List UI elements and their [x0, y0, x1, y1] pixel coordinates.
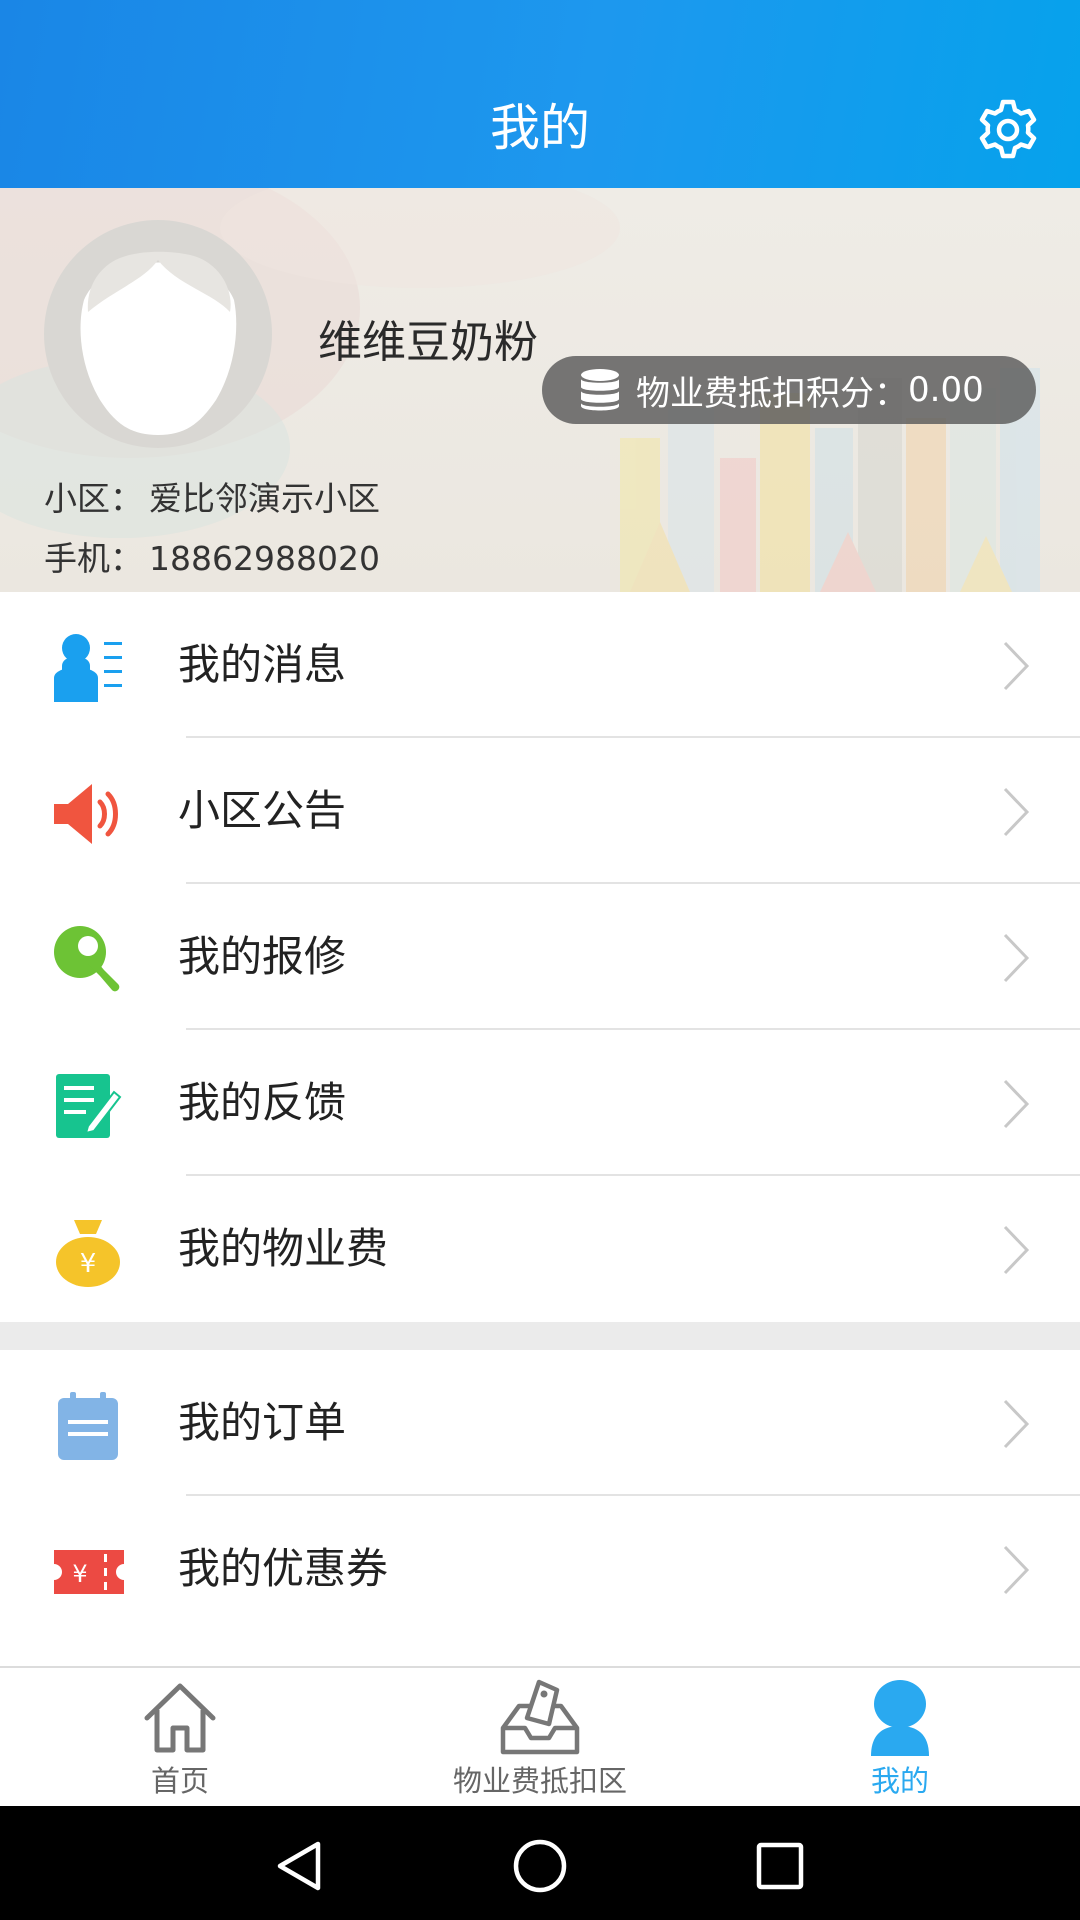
menu-item-label: 我的订单	[178, 1398, 347, 1447]
phone-label: 手机：	[44, 539, 143, 578]
tab-label: 我的	[870, 1764, 929, 1798]
money-bag-icon: ¥	[56, 1220, 120, 1287]
community-label: 小区：	[44, 479, 143, 518]
menu-item-orders[interactable]: 我的订单	[0, 1350, 1080, 1496]
home-icon	[144, 1683, 216, 1753]
menu-item-label: 我的优惠券	[178, 1544, 389, 1593]
tab-mine[interactable]: 我的	[810, 1668, 990, 1808]
app-root: 我的 维维豆奶粉 物业费抵扣积分： 0.00 小区： 爱比邻演示小区 手机： 1…	[0, 0, 1080, 1920]
database-icon	[581, 369, 619, 411]
tab-home[interactable]: 首页	[90, 1668, 270, 1808]
menu-item-messages[interactable]: 我的消息	[0, 592, 1080, 738]
speaker-icon	[54, 784, 118, 844]
svg-text:¥: ¥	[72, 1560, 87, 1588]
chevron-right-icon	[1003, 1399, 1030, 1449]
community-value: 爱比邻演示小区	[149, 479, 380, 518]
chevron-right-icon	[1003, 1545, 1030, 1595]
default-avatar-icon	[80, 251, 237, 435]
svg-text:¥: ¥	[80, 1249, 97, 1279]
menu-item-label: 我的反馈	[178, 1078, 347, 1127]
wrench-icon	[54, 926, 120, 992]
avatar[interactable]	[44, 220, 272, 448]
system-navigation-bar	[0, 1806, 1080, 1920]
gear-icon[interactable]	[976, 98, 1040, 162]
section-gap	[0, 1322, 1080, 1350]
chevron-right-icon	[1003, 1079, 1030, 1129]
bottom-tab-bar: 首页 物业费抵扣区 我的	[0, 1666, 1080, 1806]
menu-item-coupons[interactable]: ¥ 我的优惠券	[0, 1496, 1080, 1642]
top-app-bar: 我的	[0, 0, 1080, 188]
profile-card: 维维豆奶粉 物业费抵扣积分： 0.00 小区： 爱比邻演示小区 手机： 188629…	[0, 188, 1080, 592]
coupon-icon: ¥	[54, 1550, 124, 1594]
tab-label: 物业费抵扣区	[452, 1764, 627, 1798]
phone-line: 手机： 18862988020	[44, 532, 380, 580]
menu-item-announcements[interactable]: 小区公告	[0, 738, 1080, 884]
menu-item-label: 我的消息	[178, 640, 347, 689]
menu-item-label: 我的物业费	[178, 1224, 389, 1273]
profile-icon	[871, 1680, 929, 1756]
menu-item-label: 小区公告	[178, 786, 347, 835]
chevron-right-icon	[1003, 933, 1030, 983]
chevron-right-icon	[1003, 1225, 1030, 1275]
username: 维维豆奶粉	[318, 317, 538, 368]
points-badge[interactable]: 物业费抵扣积分： 0.00	[542, 356, 1036, 424]
back-icon[interactable]	[270, 1836, 330, 1896]
chevron-right-icon	[1003, 641, 1030, 691]
recents-square-icon[interactable]	[750, 1836, 810, 1896]
menu-item-repairs[interactable]: 我的报修	[0, 884, 1080, 1030]
menu-item-property-fee[interactable]: ¥ 我的物业费	[0, 1176, 1080, 1322]
points-label: 物业费抵扣积分：	[636, 373, 908, 414]
phone-value: 18862988020	[149, 539, 380, 578]
tab-fee-deduction[interactable]: 物业费抵扣区	[420, 1668, 660, 1808]
order-clipboard-icon	[58, 1392, 118, 1460]
home-circle-icon[interactable]	[510, 1836, 570, 1896]
contact-list-icon	[54, 634, 122, 702]
menu-item-feedback[interactable]: 我的反馈	[0, 1030, 1080, 1176]
tag-tray-icon	[500, 1679, 580, 1755]
page-title: 我的	[490, 99, 590, 157]
community-line: 小区： 爱比邻演示小区	[44, 472, 380, 520]
points-value: 0.00	[908, 370, 984, 410]
menu-list: 我的消息 小区公告 我的报修 我的反馈 ¥ 我的物业费 我的订单 ¥ 我的优惠券	[0, 592, 1080, 1642]
edit-note-icon	[56, 1074, 122, 1138]
chevron-right-icon	[1003, 787, 1030, 837]
menu-item-label: 我的报修	[178, 932, 347, 981]
tab-label: 首页	[150, 1764, 209, 1798]
